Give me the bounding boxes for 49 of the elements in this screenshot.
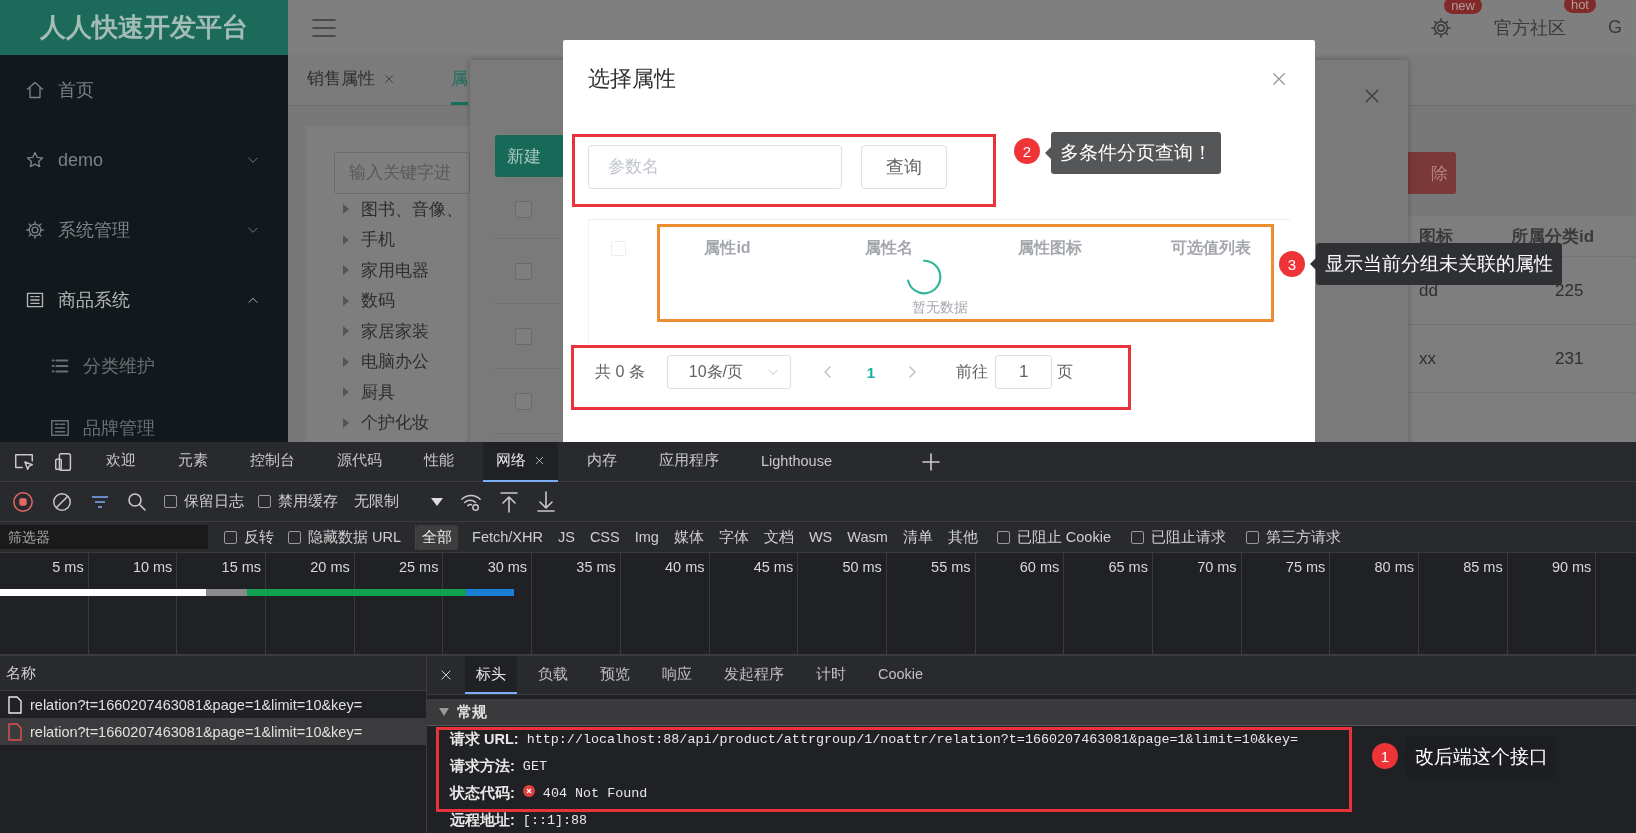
tick-label: 60 ms (1019, 559, 1060, 575)
badge: new (1444, 0, 1482, 14)
tick-label: 80 ms (1374, 559, 1414, 575)
goto-label: 前往 (956, 361, 989, 382)
checkbox-label: 第三方请求 (1265, 527, 1341, 547)
column-header: 属性名 (863, 237, 914, 258)
table-cell-text: 231 (1554, 348, 1585, 369)
tick-label: 70 ms (1197, 559, 1237, 575)
checkbox-label: 禁用缓存 (278, 492, 338, 511)
tick-label: 25 ms (398, 559, 439, 575)
callout-tooltip: 多条件分页查询！ (1045, 132, 1221, 174)
tick-label: 55 ms (931, 559, 971, 575)
column-header: 属性图标 (1016, 237, 1083, 258)
checkbox-label: 已阻止 Cookie (1016, 527, 1111, 547)
field-label: 请求方法: (450, 757, 515, 776)
tick-label: 15 ms (221, 559, 262, 575)
field-value: GET (522, 759, 547, 774)
tick-label: 90 ms (1551, 559, 1592, 575)
tick-label: 85 ms (1463, 559, 1503, 575)
column-header: 名称 (0, 655, 426, 691)
checkbox-label: 隐藏数据 URL (308, 527, 402, 547)
checkbox-label: 保留日志 (184, 492, 244, 511)
field-value: 404 Not Found (542, 786, 648, 801)
badge: hot (1563, 0, 1596, 13)
tick-label: 5 ms (52, 559, 84, 575)
tick-label: 50 ms (842, 559, 882, 575)
column-header: 可选值列表 (1169, 237, 1252, 258)
page-suffix: 页 (1057, 361, 1074, 382)
logo-text: 人人快速开发平台 (0, 0, 288, 55)
tick-label: 75 ms (1285, 559, 1326, 575)
empty-text: 暂无数据 (910, 299, 969, 315)
column-header: 属性id (703, 237, 752, 258)
field-label: 请求 URL: (450, 730, 519, 749)
tick-label: 45 ms (753, 559, 794, 575)
field-label: 远程地址: (450, 811, 515, 830)
dialog-title: 选择属性 (588, 65, 676, 93)
table-cell-text: xx (1418, 348, 1437, 369)
tick-label: 20 ms (310, 559, 350, 575)
tick-label: 35 ms (576, 559, 616, 575)
field-value: http://localhost:88/api/product/attrgroup/1/noattr/relation?t=1660207463081&page=1&limit=10&key= (526, 732, 1299, 747)
field-label: 状态代码: (450, 784, 515, 803)
tick-label: 65 ms (1108, 559, 1148, 575)
tick-label: 30 ms (487, 559, 528, 575)
total-count: 共 0 条 (595, 361, 645, 382)
checkbox-label: 已阻止请求 (1150, 527, 1226, 547)
checkbox-label: 反转 (244, 527, 274, 547)
tick-label: 10 ms (132, 559, 173, 575)
field-value: [::1]:88 (522, 813, 588, 828)
tick-label: 40 ms (665, 559, 705, 575)
